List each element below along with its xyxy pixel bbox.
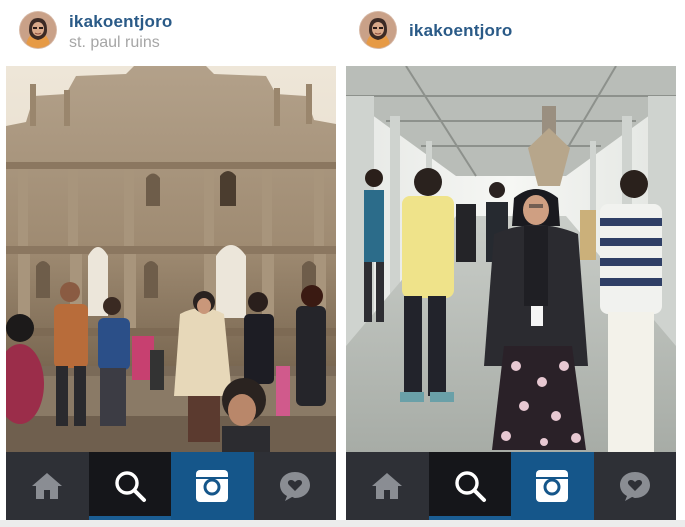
tab-activity[interactable] — [593, 452, 676, 520]
post-photo[interactable] — [346, 66, 676, 452]
heart-bubble-icon — [619, 472, 650, 501]
tab-home[interactable] — [6, 452, 89, 520]
username-link[interactable]: ikakoentjoro — [69, 12, 172, 32]
tab-activity[interactable] — [253, 452, 336, 520]
home-icon — [372, 473, 403, 499]
user-avatar[interactable] — [360, 12, 396, 48]
camera-icon — [536, 470, 569, 502]
tab-camera[interactable] — [511, 452, 594, 520]
post-card-right: ikakoentjoro — [346, 0, 676, 527]
heart-bubble-icon — [279, 472, 310, 501]
bottom-tab-bar — [346, 452, 676, 520]
ruins-photo-image — [6, 66, 336, 452]
bottom-tab-bar — [6, 452, 336, 520]
search-icon — [455, 471, 486, 502]
screen-bottom-edge — [0, 520, 685, 527]
username-link[interactable]: ikakoentjoro — [409, 21, 512, 41]
tab-explore[interactable] — [88, 452, 171, 520]
post-photo[interactable] — [6, 66, 336, 452]
avatar-icon — [20, 12, 56, 48]
user-avatar[interactable] — [20, 12, 56, 48]
post-header: ikakoentjoro — [346, 0, 676, 64]
post-card-left: ikakoentjoro st. paul ruins — [6, 0, 336, 527]
search-icon — [115, 471, 146, 502]
post-header: ikakoentjoro st. paul ruins — [6, 0, 336, 64]
camera-icon — [196, 470, 229, 502]
walkway-photo-image — [346, 66, 676, 452]
tab-camera[interactable] — [171, 452, 254, 520]
tab-explore[interactable] — [428, 452, 511, 520]
tab-home[interactable] — [346, 452, 429, 520]
home-icon — [32, 473, 63, 499]
avatar-icon — [360, 12, 396, 48]
location-link[interactable]: st. paul ruins — [69, 34, 160, 52]
